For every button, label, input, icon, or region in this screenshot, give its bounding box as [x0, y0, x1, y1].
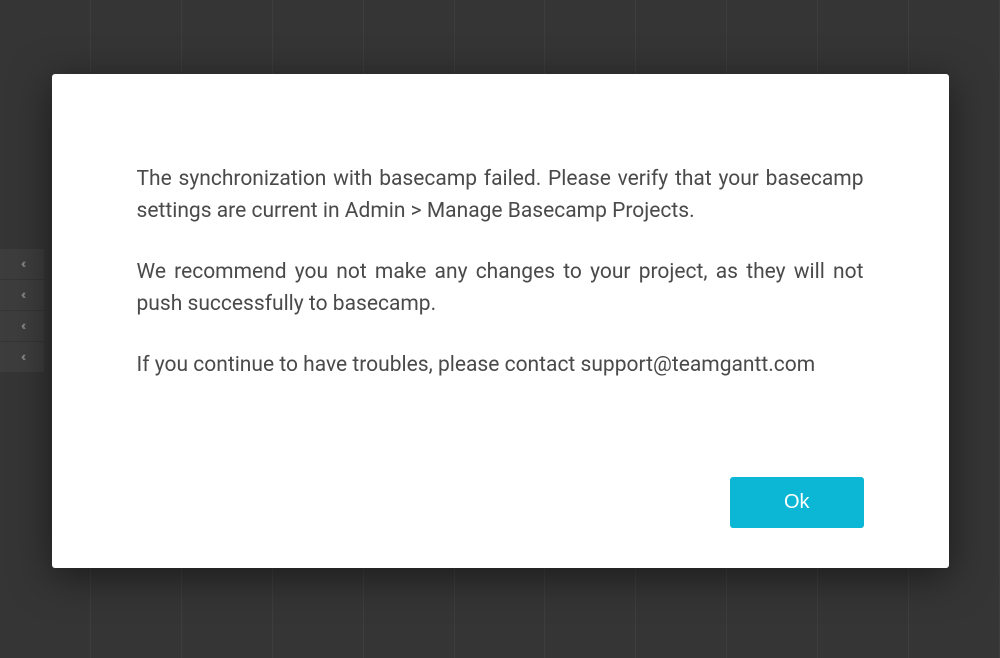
- dialog-paragraph-1: The synchronization with basecamp failed…: [137, 164, 864, 227]
- dialog-actions: Ok: [137, 477, 864, 528]
- dialog-body: The synchronization with basecamp failed…: [137, 164, 864, 382]
- ok-button[interactable]: Ok: [730, 477, 864, 528]
- error-dialog: The synchronization with basecamp failed…: [52, 74, 949, 568]
- dialog-paragraph-3: If you continue to have troubles, please…: [137, 350, 864, 382]
- modal-backdrop: The synchronization with basecamp failed…: [0, 0, 1000, 658]
- dialog-paragraph-2: We recommend you not make any changes to…: [137, 257, 864, 320]
